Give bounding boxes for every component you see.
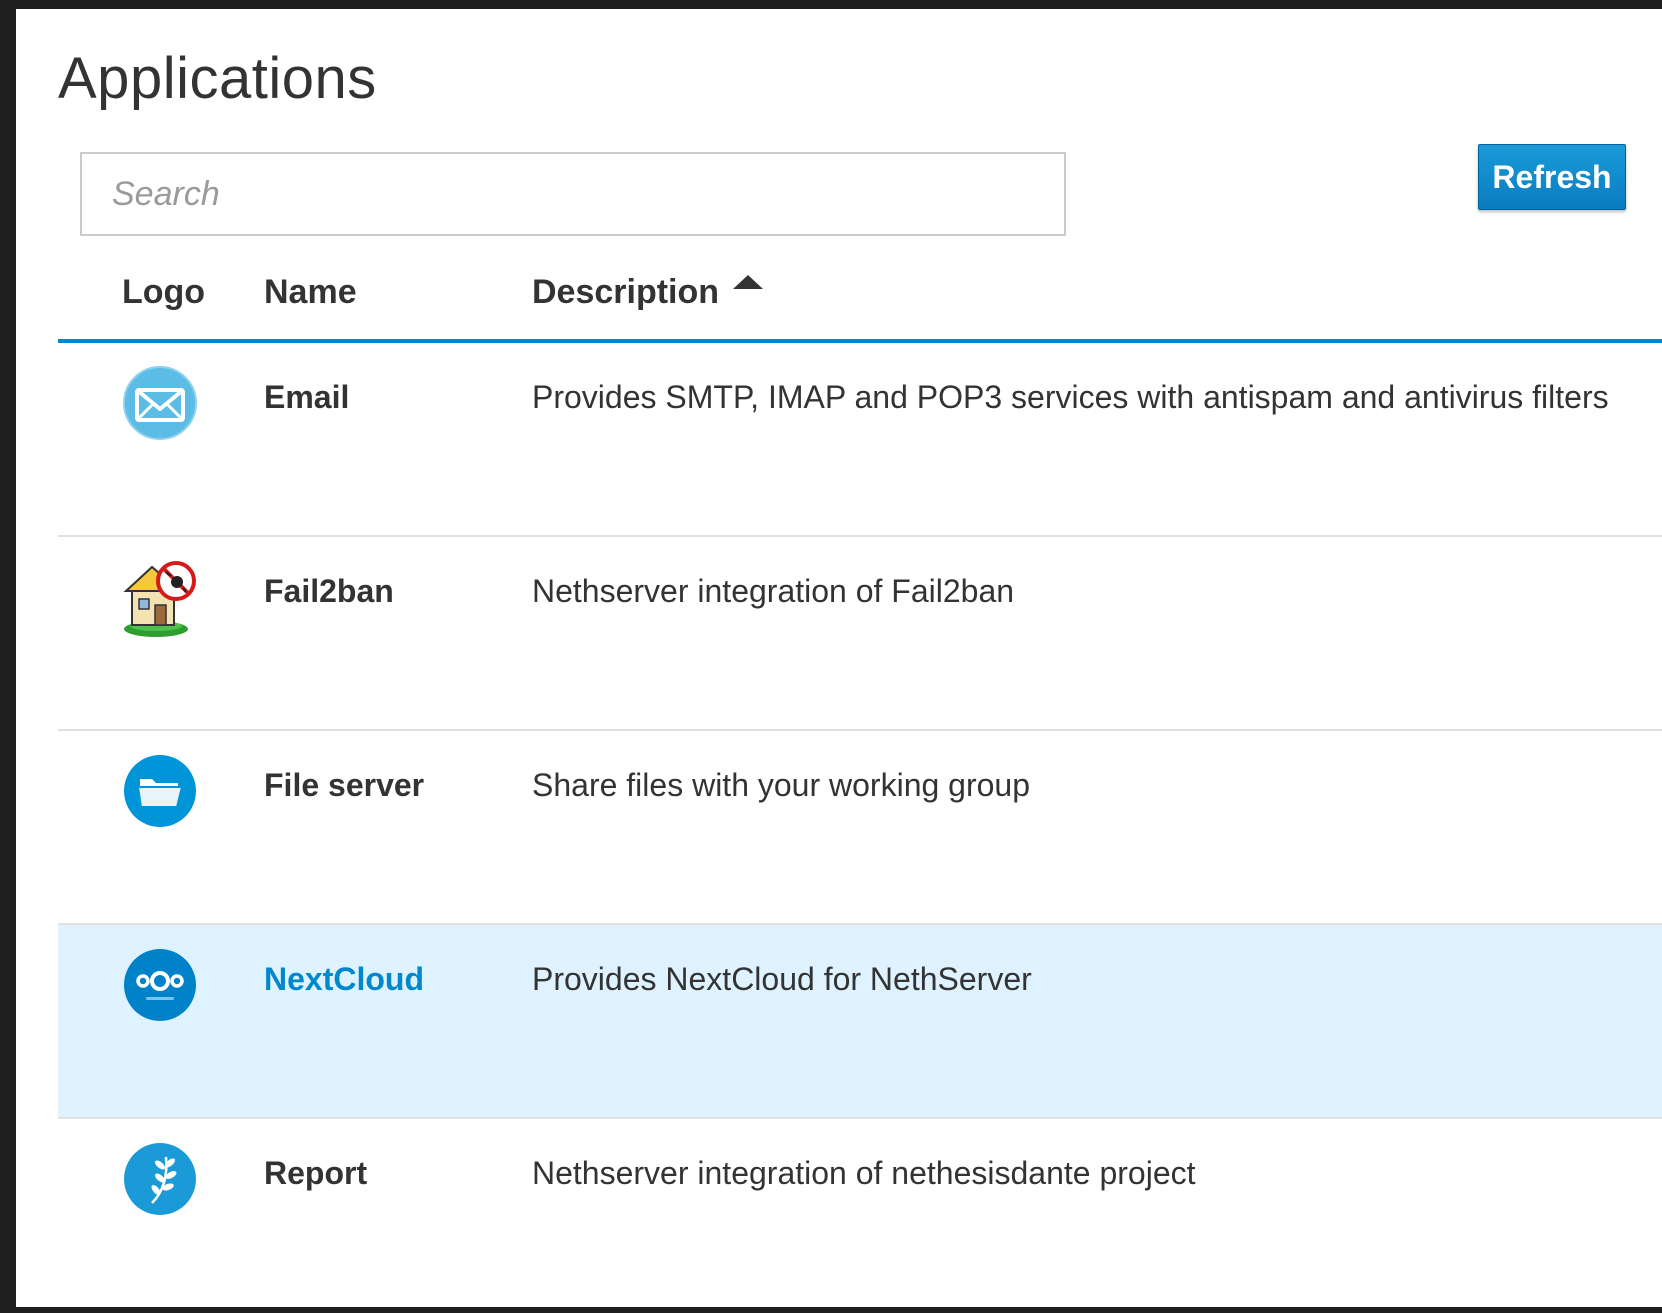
app-name: File server xyxy=(264,767,425,803)
email-envelope-icon xyxy=(122,365,198,441)
table-row[interactable]: NextCloud Provides NextCloud for NethSer… xyxy=(58,925,1662,1119)
column-header-name[interactable]: Name xyxy=(264,273,357,312)
refresh-button[interactable]: Refresh xyxy=(1478,144,1626,210)
column-header-description[interactable]: Description xyxy=(532,273,764,312)
search-field[interactable] xyxy=(80,152,1066,236)
report-laurel-icon xyxy=(122,1141,198,1217)
column-header-description-label: Description xyxy=(532,273,720,311)
folder-icon xyxy=(122,753,198,829)
table-row[interactable]: Fail2ban Nethserver integration of Fail2… xyxy=(58,537,1662,731)
applications-table: Logo Name Description Email Provides SMT… xyxy=(58,269,1662,1313)
table-row[interactable]: File server Share files with your workin… xyxy=(58,731,1662,925)
app-description: Provides NextCloud for NethServer xyxy=(532,961,1032,997)
search-input[interactable] xyxy=(82,154,1064,234)
table-row[interactable]: Email Provides SMTP, IMAP and POP3 servi… xyxy=(58,343,1662,537)
app-description: Nethserver integration of Fail2ban xyxy=(532,573,1015,609)
app-description: Share files with your working group xyxy=(532,767,1031,803)
nextcloud-icon xyxy=(122,947,198,1023)
app-name: Fail2ban xyxy=(264,573,394,609)
page-title: Applications xyxy=(58,46,377,111)
applications-panel: Applications Refresh Logo Name Descripti… xyxy=(16,9,1662,1307)
sort-ascending-icon xyxy=(733,275,764,289)
app-name: Email xyxy=(264,379,350,415)
app-name: Report xyxy=(264,1155,368,1191)
app-name-link[interactable]: NextCloud xyxy=(264,961,424,998)
column-header-logo[interactable]: Logo xyxy=(122,273,205,312)
table-header: Logo Name Description xyxy=(58,269,1662,343)
fail2ban-house-icon xyxy=(122,559,198,637)
app-description: Provides SMTP, IMAP and POP3 services wi… xyxy=(532,379,1609,415)
app-description: Nethserver integration of nethesisdante … xyxy=(532,1155,1196,1191)
table-row[interactable]: Report Nethserver integration of nethesi… xyxy=(58,1119,1662,1313)
